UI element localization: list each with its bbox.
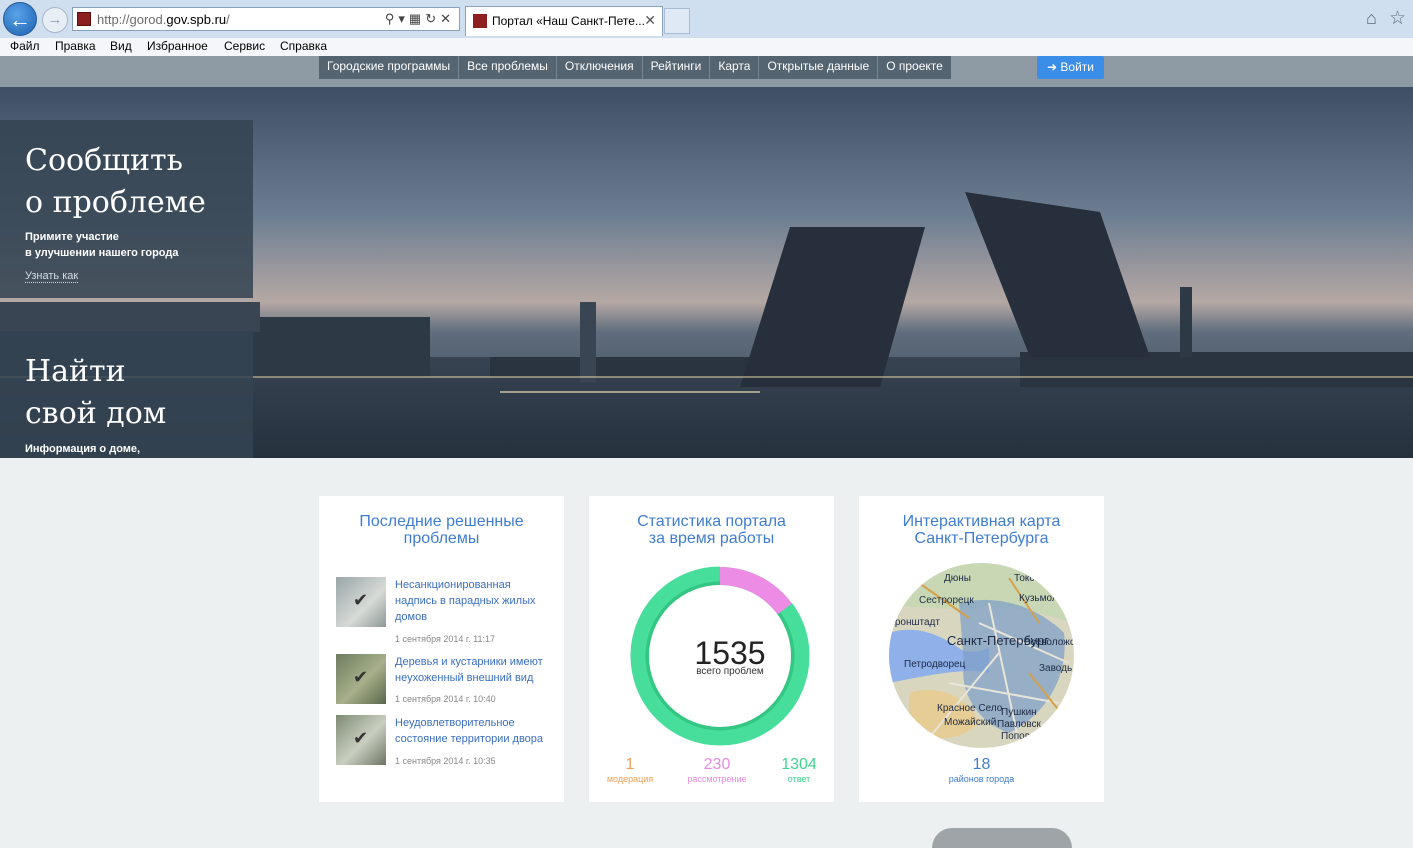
problem-date: 1 сентября 2014 г. 11:17 <box>395 634 495 644</box>
menu-view[interactable]: Вид <box>110 39 132 53</box>
problem-thumbnail[interactable]: ✔ <box>336 715 386 765</box>
home-icon[interactable]: ⌂ <box>1366 8 1377 29</box>
problem-thumbnail[interactable]: ✔ <box>336 577 386 627</box>
report-problem-panel[interactable]: Сообщить о проблеме Примите участие в улуч… <box>0 120 253 298</box>
city-map-preview[interactable]: Дюны Токсово Сестрорецк Кузьмоловский Кр… <box>889 563 1074 748</box>
compat-view-icon[interactable]: ▦ <box>409 11 425 26</box>
nav-outages[interactable]: Отключения <box>557 56 643 79</box>
scroll-tab[interactable] <box>932 828 1072 848</box>
find-house-title: Найти свой дом <box>25 354 167 431</box>
map-label-kronshtadt: Кронштадт <box>889 617 940 628</box>
nav-open-data[interactable]: Открытые данные <box>759 56 879 79</box>
hero-banner: Сообщить о проблеме Примите участие в улуч… <box>0 87 1413 458</box>
find-house-subtitle: Информация о доме, <box>25 443 141 455</box>
map-label-pushkin: Пушкин <box>1001 707 1037 718</box>
map-label-toksovo: Токсово <box>1014 573 1051 584</box>
search-icon[interactable]: ⚲ <box>385 11 399 26</box>
stop-icon[interactable]: ✕ <box>440 11 455 26</box>
map-label-zavod: Заводь <box>1039 663 1072 674</box>
stat-review[interactable]: 230 рассмотрение <box>682 756 752 784</box>
back-arrow-icon[interactable]: ← <box>3 2 37 36</box>
map-label-petrodvorets: Петродворец <box>904 659 966 670</box>
learn-how-link[interactable]: Узнать как <box>25 270 79 283</box>
map-label-pavlovsk: Павловск <box>997 719 1042 730</box>
recent-problems-card: Последние решенные проблемы ✔ Несанкциони… <box>319 496 564 802</box>
report-problem-subtitle: Примите участие в улучшении нашего города <box>25 231 179 259</box>
check-icon: ✔ <box>353 590 369 610</box>
nav-city-programs[interactable]: Городские программы <box>319 56 460 79</box>
browser-menubar: Файл Правка Вид Избранное Сервис Справка <box>0 38 1413 57</box>
login-button[interactable]: ➜ Войти <box>1037 56 1104 79</box>
forward-arrow-icon[interactable]: → <box>42 7 68 33</box>
map-title[interactable]: Интерактивная карта Санкт-Петербурга <box>859 513 1104 547</box>
find-house-panel[interactable]: Найти свой дом Информация о доме, <box>0 331 253 458</box>
nav-about[interactable]: О проекте <box>878 56 951 79</box>
nav-all-problems[interactable]: Все проблемы <box>459 56 557 79</box>
problem-link[interactable]: Несанкционированная надпись в парадных ж… <box>395 577 553 625</box>
nav-ratings[interactable]: Рейтинги <box>643 56 711 79</box>
favorites-star-icon[interactable]: ☆ <box>1389 7 1406 30</box>
report-problem-title: Сообщить о проблеме <box>25 143 206 220</box>
check-icon: ✔ <box>353 728 369 748</box>
nav-map[interactable]: Карта <box>710 56 760 79</box>
stats-card: Статистика портала за время работы 1535 в… <box>589 496 834 802</box>
tab-close-icon[interactable]: ✕ <box>644 12 656 29</box>
total-problems-label: всего проблем <box>696 666 764 677</box>
map-label-kuzmolovsky: Кузьмоловский <box>1019 593 1074 604</box>
menu-tools[interactable]: Сервис <box>224 39 265 53</box>
stat-review-value: 230 <box>703 756 731 773</box>
map-graphic: Дюны Токсово Сестрорецк Кузьмоловский Кр… <box>889 563 1074 748</box>
stat-answer[interactable]: 1304 ответ <box>764 756 834 784</box>
dropdown-icon[interactable]: ▾ <box>398 11 409 26</box>
map-label-mozhaisky: Можайский <box>944 717 996 728</box>
problem-link[interactable]: Неудовлетворительное состояние территори… <box>395 715 553 747</box>
stat-answer-label: ответ <box>787 774 811 784</box>
site-favicon-icon <box>77 12 91 26</box>
tab-title: Портал «Наш Санкт-Пете... <box>492 14 645 28</box>
map-label-popovo: Попово <box>1001 731 1036 742</box>
address-actions[interactable]: ⚲▾▦↻✕ <box>385 11 455 27</box>
check-icon: ✔ <box>353 667 369 687</box>
stat-moderation-label: модерация <box>606 774 654 784</box>
address-url[interactable]: http://gorod.gov.spb.ru/ <box>97 12 230 27</box>
map-label-dyuny: Дюны <box>944 573 971 584</box>
map-label-sestroretsk: Сестрорецк <box>919 595 974 606</box>
districts-count[interactable]: 18 районов города <box>859 756 1104 784</box>
menu-file[interactable]: Файл <box>10 39 40 53</box>
stat-review-label: рассмотрение <box>687 774 747 784</box>
problem-link[interactable]: Деревья и кустарники имеют неухоженный в… <box>395 654 553 686</box>
problem-date: 1 сентября 2014 г. 10:35 <box>395 756 496 766</box>
address-bar[interactable]: http://gorod.gov.spb.ru/ ⚲▾▦↻✕ <box>72 7 460 31</box>
menu-help[interactable]: Справка <box>280 39 327 53</box>
menu-favorites[interactable]: Избранное <box>147 39 208 53</box>
recent-problems-title[interactable]: Последние решенные проблемы <box>319 513 564 547</box>
tab-favicon-icon <box>473 14 487 28</box>
stat-moderation-value: 1 <box>625 756 635 773</box>
map-card: Интерактивная карта Санкт-Петербурга Дюны… <box>859 496 1104 802</box>
browser-toolbar: ← → http://gorod.gov.spb.ru/ ⚲▾▦↻✕ Порта… <box>0 0 1413 39</box>
refresh-icon[interactable]: ↻ <box>425 11 440 26</box>
districts-value: 18 <box>972 756 991 773</box>
menu-edit[interactable]: Правка <box>55 39 96 53</box>
main-nav: Городские программы Все проблемы Отключе… <box>319 56 951 79</box>
map-label-krasnoe-selo: Красное Село <box>937 703 1003 714</box>
map-label-spb: Санкт-Петербург <box>947 633 1049 648</box>
browser-tab[interactable]: Портал «Наш Санкт-Пете... ✕ <box>465 6 663 36</box>
login-icon: ➜ <box>1047 60 1061 74</box>
problem-date: 1 сентября 2014 г. 10:40 <box>395 694 496 704</box>
stat-moderation[interactable]: 1 модерация <box>595 756 665 784</box>
new-tab-button[interactable] <box>664 8 690 34</box>
stat-answer-value: 1304 <box>781 756 817 773</box>
districts-label: районов города <box>948 774 1015 784</box>
site-navbar: Городские программы Все проблемы Отключе… <box>0 56 1413 87</box>
problem-thumbnail[interactable]: ✔ <box>336 654 386 704</box>
